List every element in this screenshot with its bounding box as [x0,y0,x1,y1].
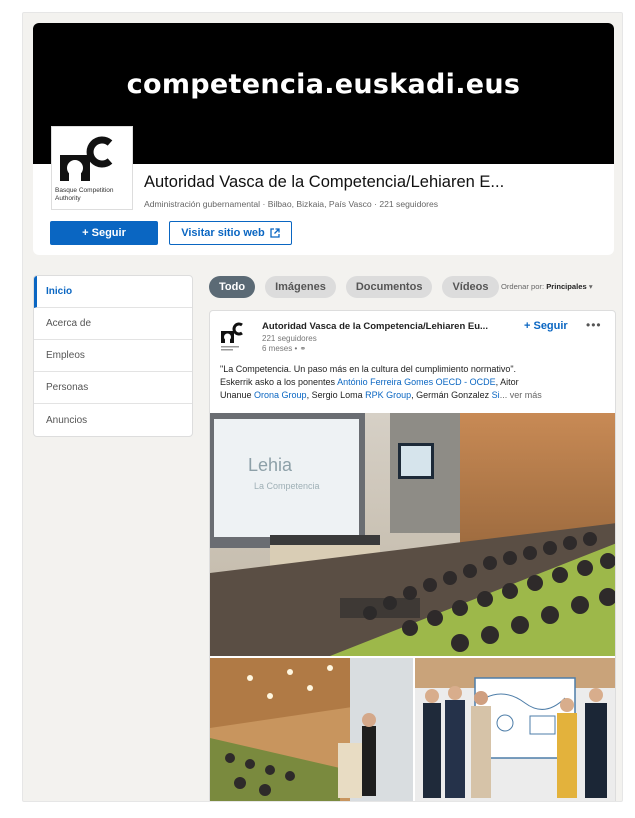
slide-title: Lehia [248,455,293,475]
post-photo-conference-hall[interactable]: Lehia La Competencia [210,413,615,656]
post-time-text: 6 meses • [262,344,298,353]
logo-caption: Basque Competition Authority [55,187,114,202]
visit-website-button[interactable]: Visitar sitio web [169,221,292,245]
caret-down-icon: ▾ [588,282,593,291]
sidebar-nav: Inicio Acerca de Empleos Personas Anunci… [33,275,193,437]
post-text-fragment: Eskerrik asko a los ponentes [220,377,338,387]
post-follow-button[interactable]: + Seguir [524,320,568,332]
company-page: competencia.euskadi.eus Basque Competiti… [22,12,623,802]
sidebar-item-empleos[interactable]: Empleos [34,340,192,372]
conference-hall-illustration: Lehia La Competencia [210,413,615,656]
follow-button-label: + Seguir [82,227,126,239]
speaker-illustration [210,658,413,801]
post-text-fragment: , Sergio Loma [306,390,366,400]
sidebar-item-acerca-de[interactable]: Acerca de [34,308,192,340]
feed-post: Autoridad Vasca de la Competencia/Lehiar… [209,310,616,801]
external-link-icon [270,228,280,238]
company-logo-mark-icon [60,136,113,181]
sidebar-item-personas[interactable]: Personas [34,372,192,404]
cover-text: competencia.euskadi.eus [126,69,521,100]
group-photo-illustration [415,658,615,801]
mention-link[interactable]: RPK Group [365,390,411,400]
see-more-link[interactable]: ... ver más [500,390,542,400]
post-text-fragment: , Aitor [495,377,519,387]
sort-value: Principales [546,282,587,291]
post-text-line: Eskerrik asko a los ponentes António Fer… [220,376,612,389]
post-text-line: "La Competencia. Un paso más en la cultu… [220,364,517,374]
sort-prefix: Ordenar por: [501,282,545,291]
mention-link[interactable]: António Ferreira Gomes OECD - OCDE [337,377,496,387]
company-name: Autoridad Vasca de la Competencia/Lehiar… [144,173,505,191]
post-text-fragment: , Germán Gonzalez [411,390,492,400]
post-time: 6 meses • ⚭ [262,344,306,353]
visit-website-label: Visitar sitio web [181,227,265,239]
sort-dropdown[interactable]: Ordenar por: Principales ▾ [501,282,593,291]
sidebar-item-inicio[interactable]: Inicio [34,276,192,308]
mention-link[interactable]: Si [492,390,500,400]
filter-documentos[interactable]: Documentos [345,276,433,298]
company-header-card: competencia.euskadi.eus Basque Competiti… [33,23,614,255]
mention-link[interactable]: Orona Group [254,390,307,400]
content-filter-bar: Todo Imágenes Documentos Vídeos [209,276,499,298]
post-photo-speaker[interactable] [210,658,413,801]
filter-imagenes[interactable]: Imágenes [265,276,336,298]
follow-button[interactable]: + Seguir [50,221,158,245]
post-photo-group[interactable] [415,658,615,801]
post-body-text: "La Competencia. Un paso más en la cultu… [220,363,612,402]
post-more-options-icon[interactable]: ••• [586,318,602,332]
sidebar-item-anuncios[interactable]: Anuncios [34,404,192,436]
post-author-name[interactable]: Autoridad Vasca de la Competencia/Lehiar… [262,321,488,332]
globe-icon: ⚭ [299,344,307,353]
company-subtitle: Administración gubernamental · Bilbao, B… [144,199,439,209]
filter-videos[interactable]: Vídeos [442,276,499,298]
post-text-line: Unanue Orona Group, Sergio Loma RPK Grou… [220,389,612,402]
post-author-logo-icon[interactable] [220,321,246,351]
slide-subtitle: La Competencia [254,481,320,491]
company-logo[interactable]: Basque Competition Authority [51,126,133,210]
filter-todo[interactable]: Todo [209,276,256,298]
post-followers: 221 seguidores [262,334,317,343]
post-text-fragment: Unanue [220,390,255,400]
